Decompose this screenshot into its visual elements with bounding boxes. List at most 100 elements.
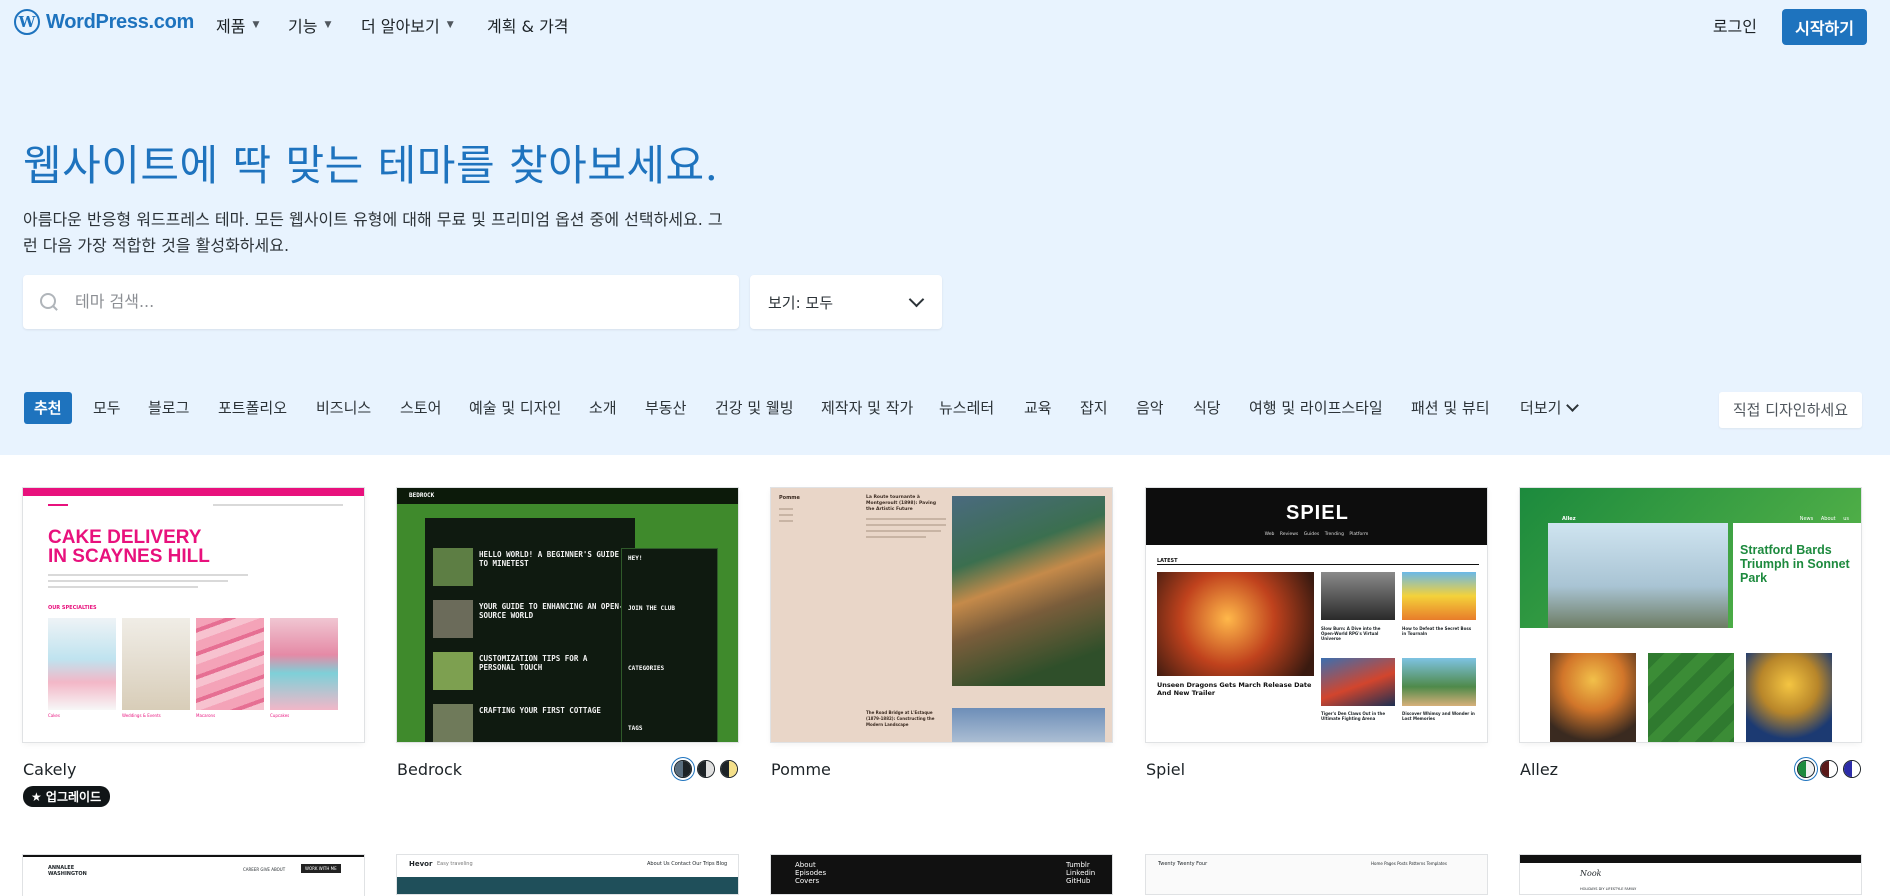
theme-card-pomme[interactable]: Pomme La Route tournante à Montgeroult (… (771, 488, 1112, 779)
preview-header: SPIEL Web Reviews Guides Trending Platfo… (1146, 488, 1487, 545)
preview-divider (1157, 564, 1479, 565)
tab-featured[interactable]: 추천 (24, 392, 72, 424)
theme-name[interactable]: Cakely (23, 760, 76, 779)
style-swatch[interactable] (720, 760, 738, 778)
style-swatch[interactable] (1797, 760, 1815, 778)
tab-health-wellness[interactable]: 건강 및 웰빙 (715, 392, 794, 424)
preview-card-title: Slow Burn: A Dive into the Open-World RP… (1321, 626, 1381, 641)
theme-search-input[interactable] (73, 291, 717, 312)
theme-preview-cakely[interactable]: CAKE DELIVERY IN SCAYNES HILL OUR SPECIA… (23, 488, 364, 742)
preview-headline-line1: CAKE DELIVERY (48, 527, 202, 548)
theme-name[interactable]: Spiel (1146, 760, 1185, 779)
theme-card-row2[interactable]: Nook HOLIDAYS DIY LIFESTYLE FAMILY (1520, 855, 1861, 894)
tab-newsletter[interactable]: 뉴스레터 (939, 392, 994, 424)
preview-post-title: CUSTOMIZATION TIPS FOR A PERSONAL TOUCH (479, 654, 588, 672)
theme-card-row2[interactable]: ANNALEE WASHINGTON CAREER GIVE ABOUT WOR… (23, 855, 364, 896)
theme-name[interactable]: Allez (1520, 760, 1558, 779)
view-filter-select[interactable]: 보기: 모두 (750, 275, 942, 329)
preview-painting (952, 708, 1105, 742)
preview-caption: Macarons (196, 713, 216, 718)
tab-blog[interactable]: 블로그 (148, 392, 189, 424)
theme-card-cakely[interactable]: CAKE DELIVERY IN SCAYNES HILL OUR SPECIA… (23, 488, 364, 807)
preview-headline: La Route tournante à Montgeroult (1898):… (866, 495, 937, 512)
preview-brand: Nook (1580, 869, 1602, 878)
preview-image (1321, 658, 1395, 706)
nav-products-label: 제품 (216, 17, 246, 36)
preview-sidebar-heading: TAGS (628, 725, 643, 732)
preview-image (1550, 653, 1636, 742)
preview-image-cake (48, 618, 116, 710)
nav-learn-more[interactable]: 더 알아보기 ▼ (361, 13, 454, 37)
tab-magazine[interactable]: 잡지 (1080, 392, 1108, 424)
style-swatch[interactable] (697, 760, 715, 778)
theme-preview-allez[interactable]: Allez News About us Stratford Bards Triu… (1520, 488, 1861, 742)
theme-name[interactable]: Pomme (771, 760, 831, 779)
preview-image (1402, 572, 1476, 620)
preview-menu-item: News (1799, 516, 1814, 522)
nav-products[interactable]: 제품 ▼ (216, 13, 259, 37)
tab-restaurant[interactable]: 식당 (1193, 392, 1221, 424)
style-swatch[interactable] (674, 760, 692, 778)
preview-sidebar-heading: HEY! (628, 555, 643, 562)
preview-brand: Twenty Twenty Four (1158, 861, 1208, 867)
preview-post-title: YOUR GUIDE TO ENHANCING AN OPEN-SOURCE W… (479, 602, 624, 620)
tab-about[interactable]: 소개 (589, 392, 617, 424)
tab-art-design[interactable]: 예술 및 디자인 (469, 392, 561, 424)
preview-menu: Home Pages Posts Patterns Templates (1371, 861, 1447, 866)
preview-menu: News About us (1800, 516, 1849, 522)
style-swatch[interactable] (1820, 760, 1838, 778)
theme-card-row2[interactable]: Hevor Easy traveling About Us Contact Ou… (397, 855, 738, 894)
theme-card-row2[interactable]: About Episodes Covers Tumblr Linkedin Gi… (771, 855, 1112, 894)
tab-music[interactable]: 음악 (1136, 392, 1164, 424)
preview-menu (213, 504, 343, 506)
tab-real-estate[interactable]: 부동산 (645, 392, 686, 424)
tab-more-label: 더보기 (1520, 399, 1562, 417)
preview-text (48, 580, 228, 582)
preview-menu-item: About us (1820, 516, 1849, 522)
get-started-button[interactable]: 시작하기 (1782, 9, 1867, 45)
preview-section-label: OUR SPECIALTIES (48, 605, 97, 611)
preview-brand (48, 504, 68, 506)
theme-card-bedrock[interactable]: BEDROCK HELLO WORLD! A BEGINNER'S GUIDE … (397, 488, 738, 779)
wordpress-logo[interactable]: W WordPress.com (14, 9, 194, 35)
nav-features[interactable]: 기능 ▼ (288, 13, 331, 37)
tab-education[interactable]: 교육 (1024, 392, 1052, 424)
preview-brand: Hevor (409, 860, 433, 868)
theme-preview-pomme[interactable]: Pomme La Route tournante à Montgeroult (… (771, 488, 1112, 742)
tab-creators-writers[interactable]: 제작자 및 작가 (821, 392, 913, 424)
tab-business[interactable]: 비즈니스 (316, 392, 371, 424)
tab-all[interactable]: 모두 (93, 392, 121, 424)
theme-card-row2[interactable]: Twenty Twenty Four Home Pages Posts Patt… (1146, 855, 1487, 894)
design-yourself-button[interactable]: 직접 디자인하세요 (1718, 392, 1862, 428)
preview-captions: Cakes Weddings & Events Macarons Cupcake… (48, 713, 348, 718)
preview-menu-item: Reviews (1279, 532, 1299, 537)
preview-image-cupcakes (270, 618, 338, 710)
theme-card-spiel[interactable]: SPIEL Web Reviews Guides Trending Platfo… (1146, 488, 1487, 779)
tab-more[interactable]: 더보기 (1520, 392, 1580, 424)
theme-preview-bedrock[interactable]: BEDROCK HELLO WORLD! A BEGINNER'S GUIDE … (397, 488, 738, 742)
style-swatch[interactable] (1843, 760, 1861, 778)
preview-menu: CAREER GIVE ABOUT (243, 867, 286, 872)
tab-fashion-beauty[interactable]: 패션 및 뷰티 (1411, 392, 1490, 424)
nav-plans-pricing[interactable]: 계획 & 가격 (487, 13, 569, 37)
preview-card-title: Tiger's Den Claws Out in the Ultimate Fi… (1321, 711, 1386, 721)
preview-post-title: CRAFTING YOUR FIRST COTTAGE (479, 706, 601, 715)
preview-caption: Cakes (48, 713, 60, 718)
preview-image (1746, 653, 1832, 742)
preview-text (866, 524, 946, 526)
preview-painting (952, 496, 1105, 686)
preview-logo: SPIEL (1286, 502, 1349, 524)
login-link[interactable]: 로그인 (1713, 13, 1757, 37)
search-icon (40, 293, 56, 309)
theme-preview-spiel[interactable]: SPIEL Web Reviews Guides Trending Platfo… (1146, 488, 1487, 742)
preview-brand: Allez (1562, 516, 1576, 522)
tab-portfolio[interactable]: 포트폴리오 (218, 392, 287, 424)
preview-post-thumb (433, 600, 473, 638)
tab-travel-lifestyle[interactable]: 여행 및 라이프스타일 (1249, 392, 1383, 424)
theme-search-box[interactable] (23, 275, 739, 329)
tab-store[interactable]: 스토어 (400, 392, 441, 424)
preview-menu-item: Web (1264, 532, 1275, 537)
preview-text (866, 518, 946, 520)
theme-card-allez[interactable]: Allez News About us Stratford Bards Triu… (1520, 488, 1861, 779)
theme-name[interactable]: Bedrock (397, 760, 462, 779)
